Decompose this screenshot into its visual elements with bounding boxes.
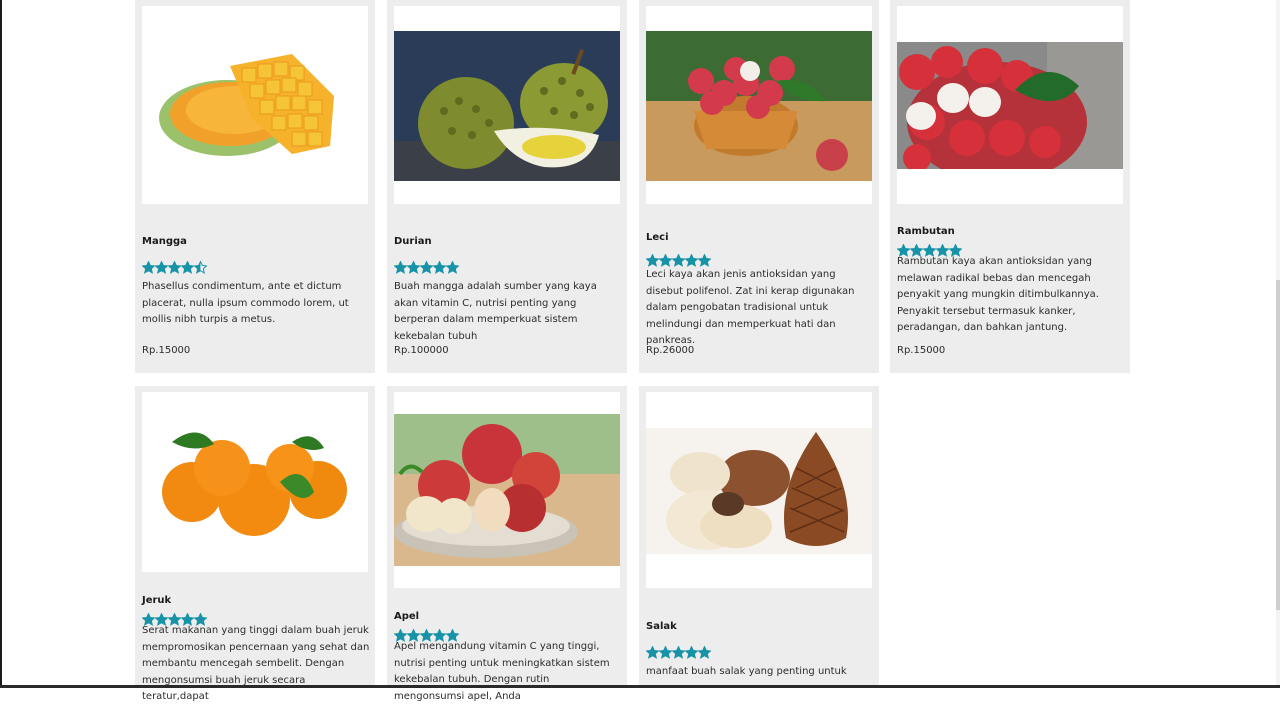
star-icon	[142, 261, 155, 274]
window-frame-left	[0, 0, 2, 688]
product-description: Serat makanan yang tinggi dalam buah jer…	[142, 625, 370, 702]
product-image-rambutan[interactable]	[897, 6, 1123, 204]
orange-illustration	[162, 432, 347, 536]
lychee-illustration	[646, 31, 872, 181]
product-price: Rp.26000	[646, 345, 695, 356]
star-icon	[407, 261, 420, 274]
star-icon	[394, 261, 407, 274]
apple-illustration	[394, 414, 620, 566]
product-description: Phasellus condimentum, ante et dictum pl…	[142, 281, 349, 325]
product-description: manfaat buah salak yang penting untuk	[646, 666, 847, 677]
rating-stars	[142, 259, 207, 274]
product-description: Apel mengandung vitamin C yang tinggi, n…	[394, 641, 610, 702]
product-image-mangga[interactable]	[142, 6, 368, 204]
star-icon	[698, 646, 711, 659]
star-icon	[446, 261, 459, 274]
product-name[interactable]: Mangga	[142, 236, 187, 247]
product-card-durian[interactable]: Durian Buah mangga adalah sumber yang ka…	[387, 0, 627, 373]
product-name[interactable]: Rambutan	[897, 226, 955, 237]
product-image-jeruk[interactable]	[142, 392, 368, 572]
product-image-salak[interactable]	[646, 392, 872, 588]
rambutan-illustration	[897, 42, 1123, 169]
product-image-leci[interactable]	[646, 6, 872, 204]
star-icon	[181, 261, 194, 274]
star-icon	[420, 261, 433, 274]
star-icon	[194, 261, 207, 274]
product-card-leci[interactable]: Leci Leci kaya akan jenis antioksidan ya…	[639, 0, 879, 373]
scrollbar-thumb[interactable]	[1276, 280, 1280, 610]
rating-stars	[394, 259, 459, 274]
star-icon	[672, 254, 685, 267]
product-name[interactable]: Jeruk	[142, 595, 171, 606]
star-icon	[698, 254, 711, 267]
product-card-rambutan[interactable]: Rambutan Rambutan kaya akan antioksidan …	[890, 0, 1130, 373]
product-description: Buah mangga adalah sumber yang kaya akan…	[394, 281, 597, 342]
star-icon	[646, 646, 659, 659]
product-card-mangga[interactable]: Mangga Phasellus condimentum, ante et di…	[135, 0, 375, 373]
product-name[interactable]: Durian	[394, 236, 432, 247]
star-icon	[672, 646, 685, 659]
star-icon	[433, 261, 446, 274]
product-price: Rp.15000	[897, 345, 946, 356]
product-name[interactable]: Leci	[646, 232, 669, 243]
star-icon	[646, 254, 659, 267]
durian-illustration	[394, 31, 620, 181]
product-card-salak[interactable]: Salak manfaat buah salak yang penting un…	[639, 386, 879, 688]
star-icon	[168, 261, 181, 274]
product-name[interactable]: Apel	[394, 611, 419, 622]
product-description: Leci kaya akan jenis antioksidan yang di…	[646, 269, 855, 346]
product-price: Rp.15000	[142, 345, 191, 356]
salak-illustration	[646, 428, 872, 554]
star-icon	[659, 254, 672, 267]
product-name[interactable]: Salak	[646, 621, 677, 632]
product-image-durian[interactable]	[394, 6, 620, 204]
mango-illustration	[159, 54, 334, 156]
product-image-apel[interactable]	[394, 392, 620, 588]
product-card-apel[interactable]: Apel Apel mengandung vitamin C yang ting…	[387, 386, 627, 702]
product-card-jeruk[interactable]: Jeruk Serat makanan yang tinggi dalam bu…	[135, 386, 375, 702]
product-description: Rambutan kaya akan antioksidan yang mela…	[897, 256, 1099, 333]
star-icon	[685, 646, 698, 659]
product-price: Rp.100000	[394, 345, 449, 356]
star-icon	[659, 646, 672, 659]
star-icon	[155, 261, 168, 274]
rating-stars	[646, 644, 711, 659]
star-icon	[685, 254, 698, 267]
rating-stars	[646, 252, 711, 267]
